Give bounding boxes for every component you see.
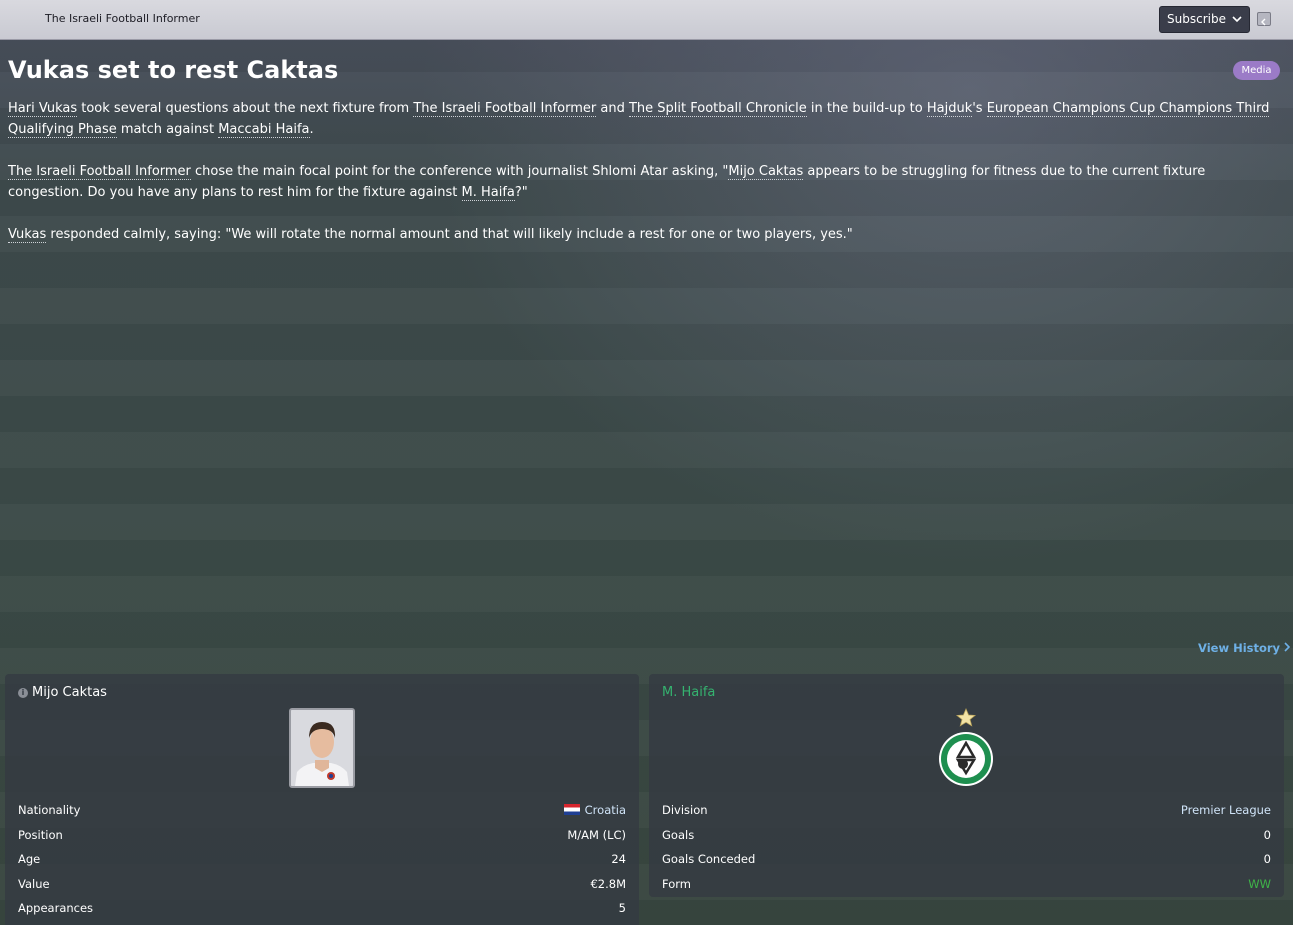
link-split-football-chronicle[interactable]: The Split Football Chronicle [628,101,807,117]
collapse-panel-icon[interactable] [1257,12,1271,26]
view-history-link[interactable]: View History [1198,641,1291,655]
team-name-link[interactable]: M. Haifa [662,685,715,700]
player-stats: Nationality Croatia Position M/AM (LC) A… [18,798,626,921]
link-vukas[interactable]: Vukas [8,227,47,243]
article-body: Hari Vukas took several questions about … [8,98,1278,266]
subscribe-label: Subscribe [1167,12,1226,26]
croatia-flag-icon [563,804,580,816]
stat-label: Value [18,876,50,891]
team-stats: Division Premier League Goals 0 Goals Co… [662,798,1271,896]
stat-value: 0 [1263,852,1271,867]
link-mijo-caktas[interactable]: Mijo Caktas [728,164,804,180]
paragraph-3: Vukas responded calmly, saying: "We will… [8,227,853,243]
stat-label: Appearances [18,901,94,916]
nationality-link[interactable]: Croatia [563,803,626,817]
team-panel: M. Haifa Division Premier League Goals 0… [649,674,1284,897]
chevron-down-icon [1232,9,1242,38]
link-hajduk[interactable]: Hajduk [926,101,973,117]
stat-label: Goals Conceded [662,852,756,867]
stat-row: Age 24 [18,847,626,872]
link-israeli-football-informer-2[interactable]: The Israeli Football Informer [8,164,191,180]
stat-row: Goals Conceded 0 [662,847,1271,872]
player-name: Mijo Caktas [32,685,107,700]
view-history-label: View History [1198,641,1281,655]
stat-value: 24 [611,852,626,867]
paragraph-1: Hari Vukas took several questions about … [8,101,1270,138]
stat-label: Position [18,827,63,842]
stat-row: Goals 0 [662,823,1271,848]
stat-row: Value €2.8M [18,872,626,897]
top-bar: The Israeli Football Informer Subscribe [0,0,1293,40]
stat-row: Appearances 5 [18,896,626,921]
player-panel: i Mijo Caktas Nationality Croatia Positio… [5,674,639,925]
stat-value: 5 [618,901,626,916]
maccabi-haifa-crest-icon [939,707,993,786]
link-israeli-football-informer[interactable]: The Israeli Football Informer [413,101,597,117]
article-title: Vukas set to rest Caktas [8,56,339,84]
stat-value: 0 [1263,827,1271,842]
stat-row: Division Premier League [662,798,1271,823]
paragraph-2: The Israeli Football Informer chose the … [8,164,1206,201]
stat-label: Nationality [18,803,81,818]
form-value: WW [1248,876,1271,891]
stat-label: Goals [662,827,695,842]
link-m-haifa[interactable]: M. Haifa [461,185,515,201]
chevron-right-icon [1284,641,1291,655]
stat-label: Division [662,803,708,818]
subscribe-button[interactable]: Subscribe [1159,6,1250,33]
link-hari-vukas[interactable]: Hari Vukas [8,101,78,117]
player-photo[interactable] [289,708,355,788]
stat-label: Form [662,876,691,891]
stat-value: €2.8M [590,876,626,891]
publication-name: The Israeli Football Informer [45,12,200,25]
link-maccabi-haifa[interactable]: Maccabi Haifa [218,122,310,138]
player-name-heading[interactable]: i Mijo Caktas [18,685,107,700]
stat-label: Age [18,852,41,867]
team-crest[interactable] [936,707,996,789]
player-portrait-image [291,710,353,786]
stat-row: Nationality Croatia [18,798,626,823]
stat-row: Form WW [662,872,1271,897]
category-badge: Media [1233,61,1280,80]
stat-value: M/AM (LC) [567,827,626,842]
info-icon: i [18,688,28,698]
division-link[interactable]: Premier League [1181,803,1271,817]
stat-row: Position M/AM (LC) [18,823,626,848]
